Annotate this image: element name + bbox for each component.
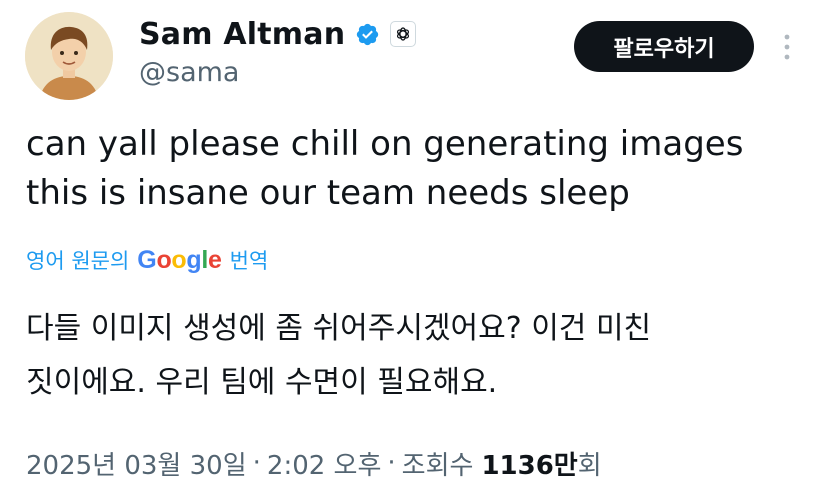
views-suffix: 회 [577, 450, 602, 481]
more-vertical-icon[interactable] [780, 30, 794, 64]
google-logo: Google [137, 245, 222, 274]
separator: · [387, 448, 396, 478]
translated-text: 다들 이미지 생성에 좀 쉬어주시겠어요? 이건 미친 짓이에요. 우리 팀에 … [26, 311, 652, 400]
translation-attribution[interactable]: 영어 원문의 Google 번역 [26, 243, 268, 277]
translation-prefix: 영어 원문의 [26, 249, 130, 273]
avatar[interactable] [25, 12, 113, 100]
verified-badge-icon[interactable] [355, 22, 380, 47]
display-name[interactable]: Sam Altman [139, 17, 345, 52]
views-label: 조회수 [401, 450, 474, 481]
translation-suffix: 번역 [229, 249, 269, 273]
author-name-row: Sam Altman [139, 14, 417, 54]
tweet-metadata: 2025년 03월 30일 · 2:02 오후 · 조회수 1136만 회 [26, 443, 602, 483]
views-count: 1136만 [481, 450, 578, 481]
follow-button[interactable]: 팔로우하기 [574, 21, 754, 72]
handle[interactable]: @sama [139, 57, 239, 88]
separator: · [252, 448, 261, 478]
tweet-text: can yall please chill on generating imag… [26, 124, 744, 213]
tweet-time[interactable]: 2:02 오후 [267, 445, 382, 482]
avatar-image [25, 12, 113, 100]
openai-logo-icon[interactable] [390, 21, 417, 47]
tweet-date[interactable]: 2025년 03월 30일 [26, 445, 247, 482]
